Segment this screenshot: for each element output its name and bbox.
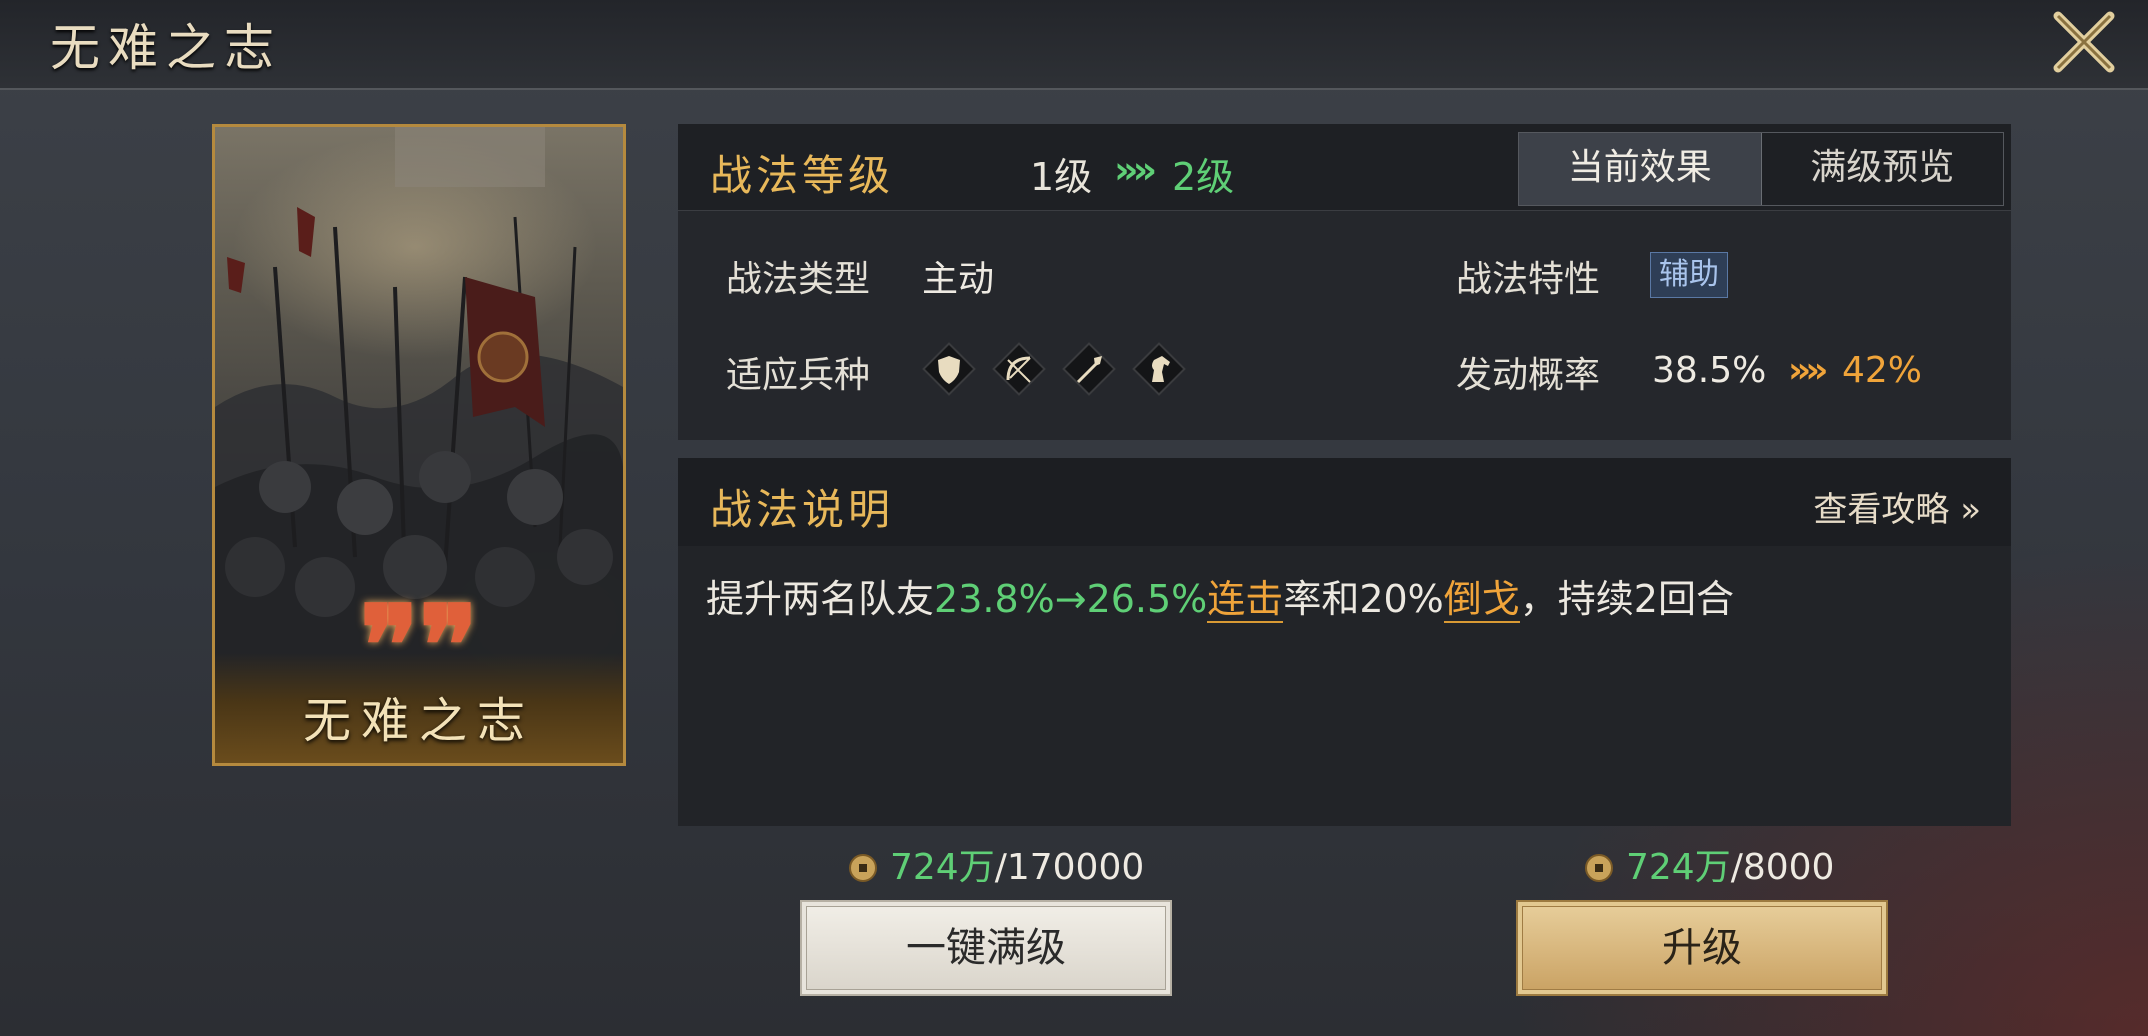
level-arrow-icon: »» <box>1114 148 1157 192</box>
desc-part-3: ，持续2回合 <box>1519 577 1734 621</box>
upgrade-button[interactable]: 升级 <box>1516 900 1888 996</box>
description-text: 提升两名队友23.8%→26.5%连击率和20%倒戈，持续2回合 <box>706 568 1734 623</box>
card-name: 无难之志 <box>302 693 535 749</box>
shield-icon <box>922 342 976 396</box>
description-label: 战法说明 <box>710 485 895 534</box>
rate-current: 38.5% <box>1652 350 1767 391</box>
upgrade-cost: 724万/8000 <box>1584 838 1834 890</box>
max-level-button[interactable]: 一键满级 <box>800 900 1172 996</box>
max-level-cost: 724万/170000 <box>848 838 1144 890</box>
level-current: 1级 <box>1030 155 1093 199</box>
description-panel: 战法说明 查看攻略 » 提升两名队友23.8%→26.5%连击率和20%倒戈，持… <box>678 458 2011 826</box>
level-label: 战法等级 <box>710 151 895 200</box>
view-guide-link[interactable]: 查看攻略 » <box>1813 482 1981 531</box>
close-icon <box>2053 11 2115 73</box>
coin-owned: 724万 <box>1626 847 1731 888</box>
type-label: 战法类型 <box>726 259 871 300</box>
desc-part-2: 率和20% <box>1283 577 1444 621</box>
desc-part-1: 提升两名队友 <box>706 577 935 621</box>
coin-required: /170000 <box>994 847 1145 888</box>
tab-max-preview[interactable]: 满级预览 <box>1762 133 2004 205</box>
keyword-combo-link[interactable]: 连击 <box>1207 577 1284 623</box>
tab-current-effect[interactable]: 当前效果 <box>1519 133 1762 205</box>
bow-icon <box>992 342 1046 396</box>
close-button[interactable] <box>2050 8 2118 76</box>
top-bar: 无难之志 <box>0 0 2148 90</box>
rate-next: 42% <box>1842 350 1923 391</box>
horse-icon <box>1132 342 1186 396</box>
troops-label: 适应兵种 <box>726 355 871 396</box>
tactic-card[interactable]: ❞❞ 无难之志 <box>212 124 626 766</box>
type-value: 主动 <box>922 259 995 300</box>
trait-badge: 辅助 <box>1650 252 1728 298</box>
trait-label: 战法特性 <box>1456 259 1601 300</box>
desc-value-range: 23.8%→26.5% <box>934 577 1208 621</box>
spear-icon <box>1062 342 1116 396</box>
copper-coin-icon <box>1585 854 1613 882</box>
keyword-defect-link[interactable]: 倒戈 <box>1443 577 1520 623</box>
copper-coin-icon <box>849 854 877 882</box>
level-header: 战法等级 1级 »» 2级 当前效果 满级预览 <box>678 124 2011 211</box>
page-title: 无难之志 <box>50 19 282 77</box>
coin-owned: 724万 <box>890 847 995 888</box>
effect-tabs: 当前效果 满级预览 <box>1518 132 2004 206</box>
level-next: 2级 <box>1172 155 1235 199</box>
tactic-info-panel: 战法等级 1级 »» 2级 当前效果 满级预览 战法类型 主动 战法特性 辅助 … <box>678 124 2011 440</box>
rate-label: 发动概率 <box>1456 355 1601 396</box>
description-header: 战法说明 查看攻略 » <box>678 458 2011 546</box>
rate-arrow-icon: »» <box>1788 350 1829 391</box>
coin-required: /8000 <box>1730 847 1835 888</box>
